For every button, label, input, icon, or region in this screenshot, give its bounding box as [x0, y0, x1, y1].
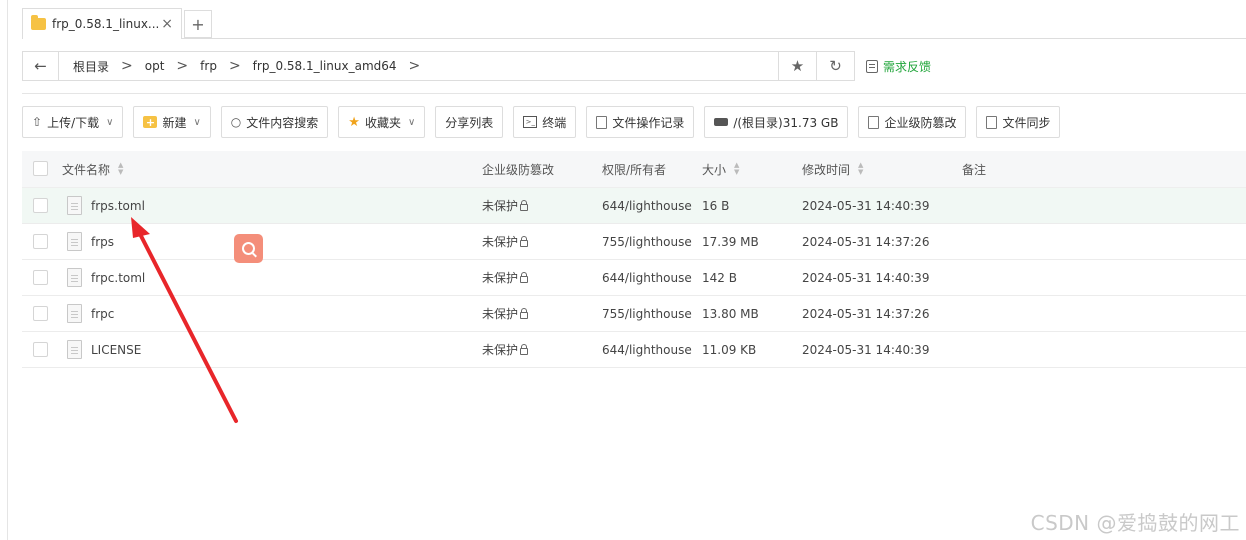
tab-title: frp_0.58.1_linux...: [52, 17, 160, 31]
annotation-arrowhead-icon: [131, 217, 150, 238]
annotation-arrow-shaft: [137, 230, 238, 423]
folder-icon: [31, 15, 46, 30]
tab-current-folder[interactable]: frp_0.58.1_linux... ×: [22, 8, 182, 39]
close-icon[interactable]: ×: [161, 16, 173, 32]
annotation-arrow: [131, 217, 238, 423]
watermark: CSDN @爱捣鼓的网工: [1030, 511, 1240, 535]
